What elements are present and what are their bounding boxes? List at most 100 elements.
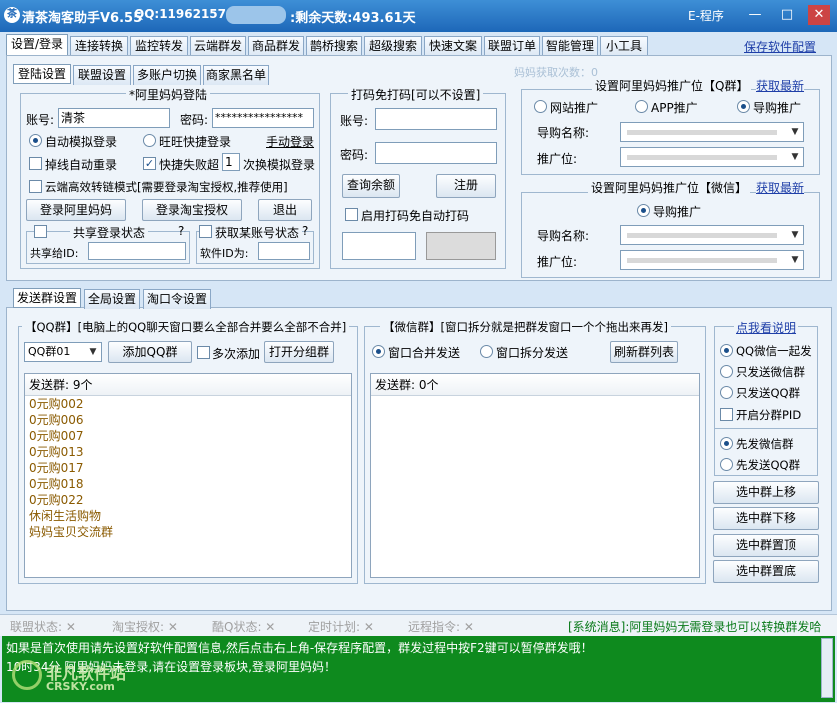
auto-reconnect-checkbox[interactable] [29,157,42,170]
kuq-status: 酷Q状态: ✕ [212,620,276,634]
captcha-code-input[interactable] [342,232,416,260]
qq-group-select[interactable]: QQ群01 ▼ [24,342,102,362]
qq-group-select-value: QQ群01 [28,345,71,358]
qq-wx-together-radio[interactable] [720,344,733,357]
only-wx-label: 只发送微信群 [736,365,805,379]
wx-first-radio[interactable] [720,437,733,450]
share-to-input[interactable] [88,242,186,260]
move-down-button[interactable]: 选中群下移 [713,507,819,530]
share-help-icon[interactable]: ? [178,224,184,238]
tab-product-send[interactable]: 商品群发 [248,36,304,56]
qq-first-radio[interactable] [720,458,733,471]
auto-sim-radio[interactable] [29,134,42,147]
window-merge-radio[interactable] [372,345,385,358]
refresh-group-list-button[interactable]: 刷新群列表 [610,341,678,363]
q-position-select[interactable]: ▼ [620,147,804,167]
tab-cloud-send[interactable]: 云端群发 [190,36,246,56]
list-item[interactable]: 0元购013 [25,444,351,460]
share-login-checkbox[interactable] [34,225,47,238]
enable-captcha-checkbox[interactable] [345,208,358,221]
help-link[interactable]: 点我看说明 [734,319,799,336]
fail-count-input[interactable]: 1 [222,153,240,171]
timer-status: 定时计划: ✕ [308,620,374,634]
minimize-button[interactable]: — [744,5,766,25]
app-promo-label: APP推广 [651,101,698,115]
query-balance-button[interactable]: 查询余额 [342,174,400,198]
list-item[interactable]: 妈妈宝贝交流群 [25,524,351,540]
captcha-account-input[interactable] [375,108,497,130]
list-item[interactable]: 0元购018 [25,476,351,492]
group-pid-label: 开启分群PID [736,408,802,422]
login-alimama-button[interactable]: 登录阿里妈妈 [26,199,126,221]
tab-settings-login[interactable]: 设置/登录 [6,34,68,56]
get-status-checkbox[interactable] [199,225,212,238]
wx-guide-promo-radio[interactable] [637,204,650,217]
move-up-button[interactable]: 选中群上移 [713,481,819,504]
tab-send-group-settings[interactable]: 发送群设置 [13,288,81,308]
account-input[interactable]: 清茶 [58,108,170,128]
only-wx-radio[interactable] [720,365,733,378]
app-promo-radio[interactable] [635,100,648,113]
tab-link-convert[interactable]: 连接转换 [70,36,128,56]
watermark-url: CRSKY.com [46,680,115,693]
taobao-auth-status: 淘宝授权: ✕ [112,620,178,634]
wangwang-radio[interactable] [143,134,156,147]
wx-first-label: 先发微信群 [736,437,794,451]
get-status-help-icon[interactable]: ? [302,224,308,238]
wx-guide-name-select[interactable]: ▼ [620,225,804,245]
only-qq-radio[interactable] [720,386,733,399]
guide-promo-radio[interactable] [737,100,750,113]
save-config-link[interactable]: 保存软件配置 [744,38,816,55]
register-button[interactable]: 注册 [436,174,496,198]
tab-global-settings[interactable]: 全局设置 [84,289,140,309]
subtab-login-settings[interactable]: 登陆设置 [13,64,71,84]
site-promo-radio[interactable] [534,100,547,113]
quick-fail-label: 快捷失败超 [159,158,220,172]
list-item[interactable]: 0元购007 [25,428,351,444]
multi-add-checkbox[interactable] [197,346,210,359]
multi-add-label: 多次添加 [212,347,261,361]
q-guide-name-select[interactable]: ▼ [620,122,804,142]
promo-wx-fetch-link[interactable]: 获取最新 [756,179,805,196]
tab-smart-manage[interactable]: 智能管理 [542,36,598,56]
tab-super-search[interactable]: 超级搜索 [364,36,422,56]
soft-id-input[interactable] [258,242,310,260]
window-merge-label: 窗口合并发送 [388,346,461,360]
promo-q-fetch-link[interactable]: 获取最新 [756,77,805,94]
window-split-radio[interactable] [480,345,493,358]
tab-quick-copy[interactable]: 快速文案 [424,36,482,56]
add-qq-group-button[interactable]: 添加QQ群 [108,341,192,363]
logout-button[interactable]: 退出 [258,199,312,221]
quick-fail-checkbox[interactable]: ✓ [143,157,156,170]
list-item[interactable]: 0元购006 [25,412,351,428]
subtab-merchant-blacklist[interactable]: 商家黑名单 [203,65,269,85]
open-group-button[interactable]: 打开分组群 [264,341,334,363]
tab-monitor-forward[interactable]: 监控转发 [130,36,188,56]
blurred-username [226,6,286,24]
list-item[interactable]: 休闲生活购物 [25,508,351,524]
move-top-button[interactable]: 选中群置顶 [713,534,819,557]
log-scrollbar[interactable] [821,638,833,698]
tab-union-orders[interactable]: 联盟订单 [484,36,540,56]
move-bottom-button[interactable]: 选中群置底 [713,560,819,583]
qq-group-list[interactable]: 发送群: 9个 0元购002 0元购006 0元购007 0元购013 0元购0… [24,373,352,578]
list-item[interactable]: 0元购022 [25,492,351,508]
password-input[interactable]: **************** [212,108,314,128]
list-item[interactable]: 0元购017 [25,460,351,476]
manual-login-link[interactable]: 手动登录 [266,133,314,150]
list-item[interactable]: 0元购002 [25,396,351,412]
subtab-multi-account[interactable]: 多账户切换 [133,65,201,85]
wx-group-list[interactable]: 发送群: 0个 [370,373,700,578]
group-pid-checkbox[interactable] [720,408,733,421]
tab-taokouling-settings[interactable]: 淘口令设置 [143,289,211,309]
tab-bridge-search[interactable]: 鹊桥搜索 [306,36,362,56]
tab-tools[interactable]: 小工具 [600,36,648,56]
maximize-button[interactable]: □ [776,5,798,25]
wx-position-select[interactable]: ▼ [620,250,804,270]
subtab-union-settings[interactable]: 联盟设置 [73,65,131,85]
captcha-password-input[interactable] [375,142,497,164]
cloud-mode-checkbox[interactable] [29,180,42,193]
login-taobao-button[interactable]: 登录淘宝授权 [142,199,242,221]
log-line: 如果是首次使用请先设置好软件配置信息,然后点击右上角-保存程序配置，群发过程中按… [6,641,593,655]
close-button[interactable]: ✕ [808,5,830,25]
